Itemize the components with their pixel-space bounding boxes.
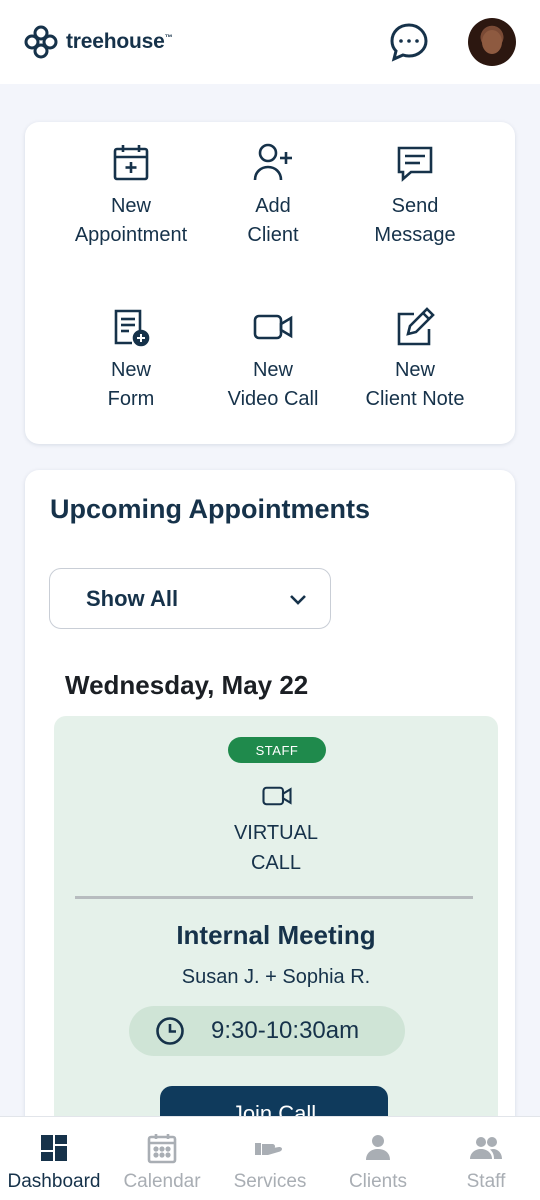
user-avatar[interactable] xyxy=(468,18,516,66)
time-text: 9:30-10:30am xyxy=(211,1017,360,1044)
services-icon xyxy=(255,1143,282,1155)
calendar-icon xyxy=(147,1134,177,1164)
user-plus-icon xyxy=(253,143,292,181)
appointment-title: Internal Meeting xyxy=(176,920,376,950)
send-message-action[interactable]: Send Message xyxy=(344,122,486,286)
date-heading: Wednesday, May 22 xyxy=(65,670,309,700)
appointment-time: 9:30-10:30am xyxy=(129,1006,405,1056)
action-label: New Form xyxy=(107,359,155,410)
new-form-action[interactable]: New Form xyxy=(60,286,202,450)
staff-badge: STAFF xyxy=(228,737,326,763)
appointment-filter-select[interactable]: Show All xyxy=(49,568,331,629)
divider xyxy=(75,896,473,899)
chevron-down-icon xyxy=(290,594,306,605)
nav-label: Services xyxy=(233,1171,307,1192)
section-title: Upcoming Appointments xyxy=(50,494,370,524)
action-label: New Appointment xyxy=(74,195,188,246)
bottom-nav: Dashboard Calendar Services Clients Staf… xyxy=(0,1116,540,1200)
dashboard-icon xyxy=(41,1135,67,1161)
nav-item-calendar[interactable]: Calendar xyxy=(108,1117,216,1200)
nav-item-clients[interactable]: Clients xyxy=(324,1117,432,1200)
quick-actions-card: New Appointment Add Client Send Message xyxy=(25,122,515,444)
call-type: VIRTUAL CALL xyxy=(233,822,319,874)
new-video-call-action[interactable]: New Video Call xyxy=(202,286,344,450)
nav-item-staff[interactable]: Staff xyxy=(432,1117,540,1200)
logo-wordmark: treehouse™ xyxy=(66,30,173,53)
appointment-card[interactable]: STAFF VIRTUAL CALL Internal Meeting Susa… xyxy=(54,716,498,1170)
new-client-note-action[interactable]: New Client Note xyxy=(344,286,486,450)
nav-label: Staff xyxy=(466,1171,506,1192)
message-icon xyxy=(397,146,433,182)
action-label: Add Client xyxy=(247,195,299,246)
treehouse-logo-icon xyxy=(24,25,58,59)
nav-label: Clients xyxy=(348,1171,408,1192)
calendar-plus-icon xyxy=(113,145,149,181)
video-icon xyxy=(262,786,292,806)
action-label: Send Message xyxy=(374,195,456,246)
staff-icon xyxy=(470,1137,502,1159)
app-header: treehouse™ xyxy=(0,0,540,84)
treehouse-logo[interactable]: treehouse™ xyxy=(24,25,173,59)
add-client-action[interactable]: Add Client xyxy=(202,122,344,286)
nav-item-dashboard[interactable]: Dashboard xyxy=(0,1117,108,1200)
upcoming-appointments-card: Upcoming Appointments Show All Wednesday… xyxy=(25,470,515,1170)
action-label: New Video Call xyxy=(227,359,319,410)
appointment-participants: Susan J. + Sophia R. xyxy=(181,966,371,988)
form-add-icon xyxy=(114,309,150,347)
client-icon xyxy=(366,1135,390,1160)
video-icon xyxy=(253,314,293,340)
nav-label: Calendar xyxy=(123,1171,201,1192)
filter-value: Show All xyxy=(86,585,179,611)
nav-label: Dashboard xyxy=(7,1171,101,1192)
new-appointment-action[interactable]: New Appointment xyxy=(60,122,202,286)
nav-item-services[interactable]: Services xyxy=(216,1117,324,1200)
action-label: New Client Note xyxy=(365,359,465,410)
edit-note-icon xyxy=(397,307,435,346)
clock-icon xyxy=(156,1017,184,1045)
chat-icon[interactable] xyxy=(388,21,430,63)
